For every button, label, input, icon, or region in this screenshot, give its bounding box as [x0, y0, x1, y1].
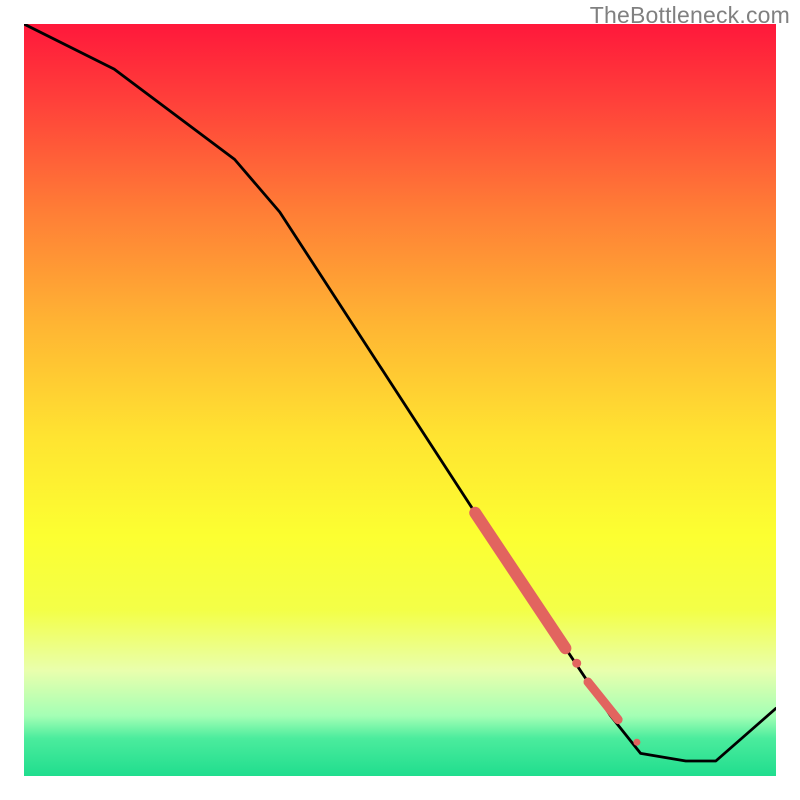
gradient-background — [24, 24, 776, 776]
segment-dot-2 — [633, 739, 640, 746]
chart-container: TheBottleneck.com — [0, 0, 800, 800]
segment-dot-1 — [572, 659, 581, 668]
plot-area — [24, 24, 776, 776]
plot-svg — [24, 24, 776, 776]
